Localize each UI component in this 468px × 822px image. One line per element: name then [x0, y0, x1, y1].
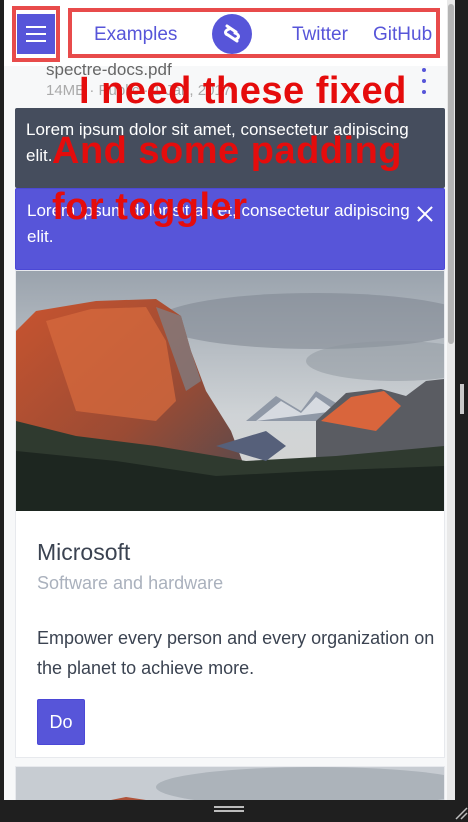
card-body: Empower every person and every organizat… — [37, 628, 435, 678]
annotation-text: And some padding — [52, 130, 402, 172]
annotation-text: I need these fixed — [79, 70, 407, 112]
vertical-scrollbar[interactable] — [447, 0, 455, 800]
more-vertical-icon[interactable] — [416, 68, 432, 94]
card-image — [16, 271, 444, 511]
nav-link-twitter[interactable]: Twitter — [292, 24, 348, 46]
bottom-resize-handle[interactable] — [214, 806, 244, 812]
hamburger-menu-icon[interactable] — [17, 14, 55, 54]
nav-link-examples[interactable]: Examples — [94, 24, 177, 46]
card-subtitle: Software and hardware — [37, 573, 224, 593]
card: Microsoft Software and hardware Empower … — [15, 270, 445, 758]
scrollbar-thumb[interactable] — [448, 4, 454, 344]
nav-links-group: Examples Twitter GitHub — [68, 8, 440, 58]
nav-link-github[interactable]: GitHub — [373, 24, 432, 46]
navbar: Examples Twitter GitHub — [4, 0, 455, 66]
card-next — [15, 766, 445, 800]
side-resize-handle[interactable] — [460, 384, 464, 414]
annotation-text: for toggler — [52, 186, 248, 228]
close-icon[interactable] — [416, 205, 434, 223]
spectre-logo-icon[interactable] — [212, 14, 252, 54]
card-action-button[interactable]: Do — [37, 699, 85, 745]
card-title: Microsoft — [37, 539, 131, 565]
menu-toggle-button[interactable] — [12, 6, 60, 62]
browser-viewport: Examples Twitter GitHub spectre-docs.pdf… — [4, 0, 455, 800]
resize-grip-icon[interactable] — [454, 806, 468, 820]
